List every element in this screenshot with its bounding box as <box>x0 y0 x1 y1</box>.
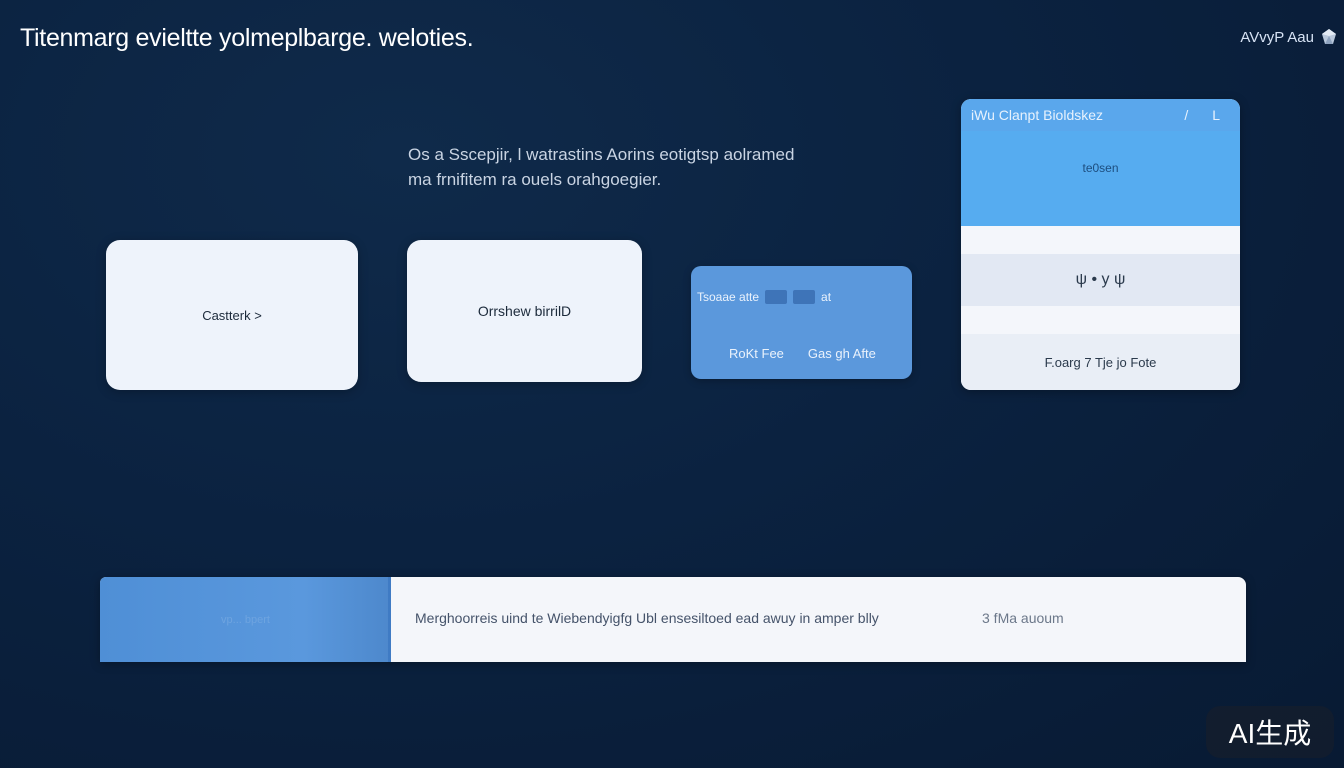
blue-card[interactable]: Tsoaae atte at RoKt Fee Gas gh Afte <box>691 266 912 379</box>
card-1-label: Castterk > <box>202 307 262 323</box>
blue-card-left-link[interactable]: RoKt Fee <box>729 346 784 361</box>
panel-title: iWu Clanpt Bioldskez <box>971 107 1104 123</box>
panel-footer-label: F.oarg 7 Tje jo Fote <box>1044 354 1157 370</box>
bottom-bar-meta: 3 fMa auoum <box>982 610 1064 626</box>
card-1[interactable]: Castterk > <box>106 240 358 390</box>
blue-card-right-link[interactable]: Gas gh Afte <box>808 346 876 361</box>
panel-mid-glyphs: ψ • y ψ <box>1075 271 1126 288</box>
block-icon <box>765 290 788 304</box>
card-2-label: Orrshew birrilD <box>477 303 572 319</box>
bottom-bar-tab-label: vp... bpert <box>221 613 270 626</box>
panel-header: iWu Clanpt Bioldskez / L <box>961 99 1240 131</box>
panel-spacer <box>961 226 1240 254</box>
brand[interactable]: AVvyP Aau <box>1240 28 1338 46</box>
blue-card-row-suffix: at <box>821 290 832 304</box>
bottom-bar-divider <box>388 577 391 662</box>
bottom-bar-text: Merghoorreis uind te Wiebendyigfg Ubl en… <box>415 610 879 626</box>
panel-mid-row[interactable]: ψ • y ψ <box>961 254 1240 306</box>
description-line-1: Os a Sscepjir, l watrastins Aorins eotig… <box>408 145 795 164</box>
card-2[interactable]: Orrshew birrilD <box>407 240 642 382</box>
block-icon <box>793 290 816 304</box>
brand-label: AVvyP Aau <box>1240 28 1314 46</box>
description-line-2: ma frnifitem ra ouels orahgoegier. <box>408 170 662 189</box>
description: Os a Sscepjir, l watrastins Aorins eotig… <box>408 142 878 192</box>
panel-footer-row[interactable]: F.oarg 7 Tje jo Fote <box>961 334 1240 390</box>
blue-card-row: Tsoaae atte at <box>697 290 906 304</box>
side-panel: iWu Clanpt Bioldskez / L te0sen ψ • y ψ … <box>961 99 1240 390</box>
blue-card-row-text: Tsoaae atte <box>697 290 760 304</box>
ai-watermark: AI生成 <box>1206 706 1334 758</box>
page-title: Titenmarg evieltte yolmeplbarge. welotie… <box>20 24 474 52</box>
panel-hero-label: te0sen <box>1082 161 1119 175</box>
panel-spacer <box>961 306 1240 334</box>
bottom-bar: vp... bpert Merghoorreis uind te Wiebend… <box>100 577 1246 662</box>
blue-card-actions: RoKt Fee Gas gh Afte <box>729 346 876 361</box>
bottom-bar-tab[interactable]: vp... bpert <box>100 577 391 662</box>
gem-icon <box>1322 29 1336 44</box>
panel-controls[interactable]: / L <box>1184 107 1230 123</box>
